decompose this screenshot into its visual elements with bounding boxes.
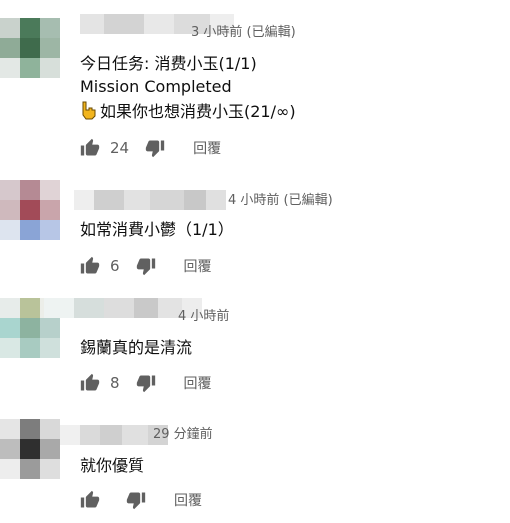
comment-timestamp[interactable]: 4 小時前: [178, 308, 229, 326]
comment-timestamp[interactable]: 3 小時前 (已編輯): [191, 24, 296, 42]
comment-text-line-3: 如果你也想消费小玉(21/∞): [80, 100, 296, 123]
reply-button[interactable]: 回覆: [193, 138, 221, 158]
author-name-blurred[interactable]: [60, 425, 168, 445]
author-name-blurred[interactable]: [74, 190, 226, 210]
comment-text-line: 今日任务: 消费小玉(1/1): [80, 54, 257, 73]
avatar[interactable]: [0, 180, 60, 240]
thumb-down-icon[interactable]: [136, 256, 156, 276]
thumb-up-icon[interactable]: [80, 256, 100, 276]
thumb-up-icon[interactable]: [80, 490, 100, 510]
like-count: 24: [110, 139, 130, 157]
comment-actions: 24 回覆: [80, 136, 221, 160]
like-count: 8: [110, 374, 120, 392]
comment-timestamp[interactable]: 4 小時前 (已編輯): [228, 192, 333, 210]
reply-button[interactable]: 回覆: [184, 256, 212, 276]
thumb-down-icon[interactable]: [145, 138, 165, 158]
comment-4: 29 分鐘前 就你優質 回覆: [0, 405, 510, 523]
avatar[interactable]: [0, 419, 60, 479]
comment-actions: 8 回覆: [80, 371, 212, 395]
comment-timestamp[interactable]: 29 分鐘前: [153, 426, 213, 444]
comment-2: 4 小時前 (已編輯) 如常消費小鬱（1/1） 6 回覆: [0, 170, 510, 288]
reply-button[interactable]: 回覆: [174, 490, 202, 510]
thumb-up-icon[interactable]: [80, 138, 100, 158]
comment-1: 3 小時前 (已編輯) 今日任务: 消费小玉(1/1) Mission Comp…: [0, 0, 510, 170]
comment-text-line: 錫蘭真的是清流: [80, 338, 193, 357]
comment-actions: 6 回覆: [80, 254, 212, 278]
avatar[interactable]: [0, 18, 60, 78]
comment-3: 4 小時前 錫蘭真的是清流 8 回覆: [0, 288, 510, 405]
comment-text-line: 如常消費小鬱（1/1）: [80, 220, 234, 239]
comment-text-line: 如果你也想消费小玉(21/∞): [100, 102, 296, 121]
comment-actions: 回覆: [80, 488, 202, 512]
reply-button[interactable]: 回覆: [184, 373, 212, 393]
thumb-up-icon[interactable]: [80, 373, 100, 393]
thumb-down-icon[interactable]: [126, 490, 146, 510]
pointing-finger-icon: [82, 101, 96, 120]
comment-text-line: Mission Completed: [80, 77, 232, 96]
thumb-down-icon[interactable]: [136, 373, 156, 393]
like-count: 6: [110, 257, 120, 275]
comment-text-line: 就你優質: [80, 456, 145, 475]
